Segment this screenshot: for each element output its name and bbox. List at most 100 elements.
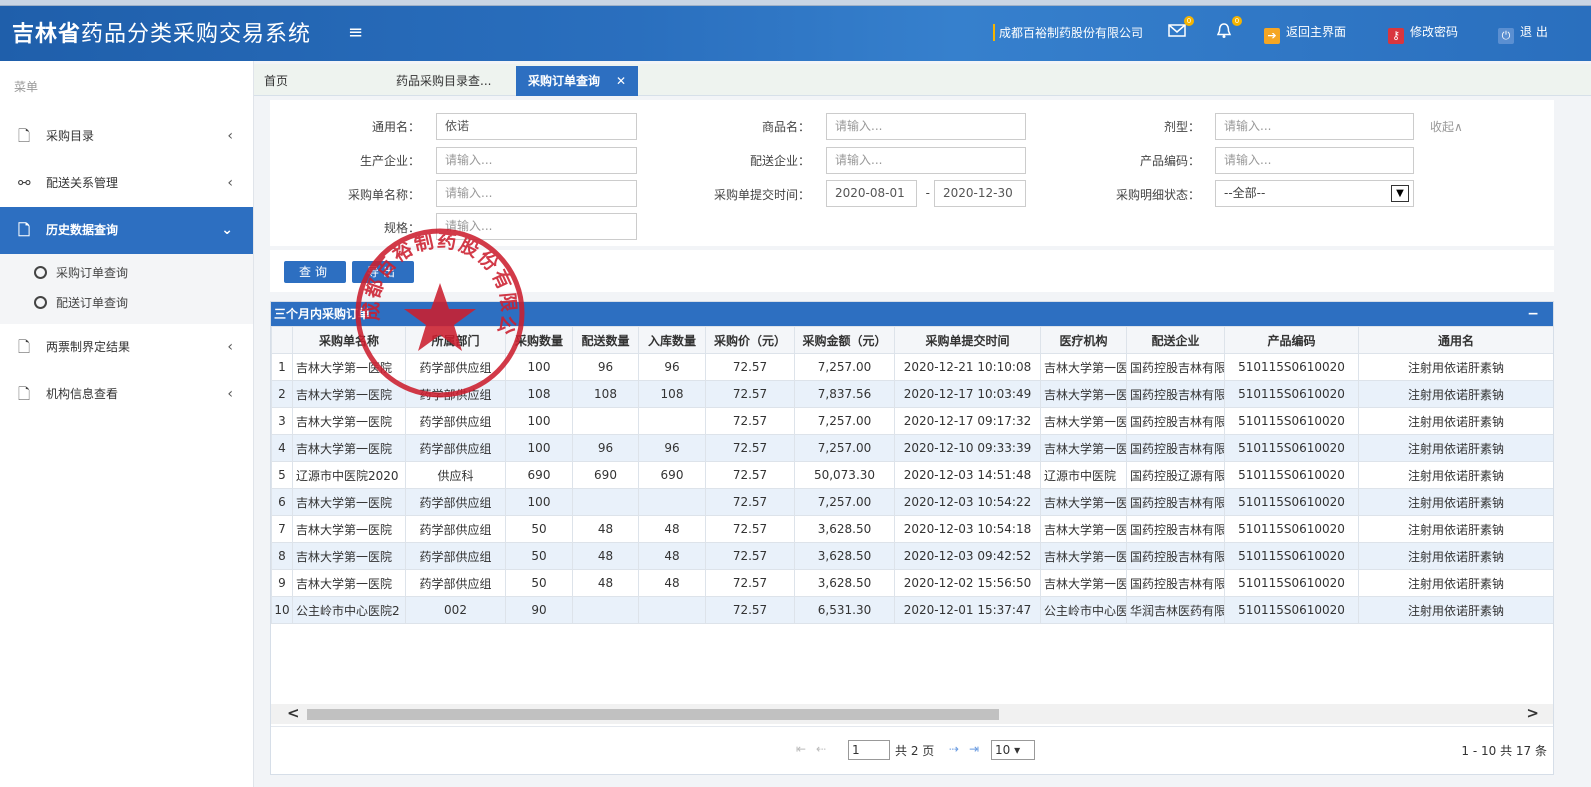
order-name-input[interactable]: 请输入... — [436, 180, 637, 207]
column-header[interactable]: 采购数量 — [505, 326, 573, 354]
table-cell: 510115S0610020 — [1224, 515, 1359, 543]
sidebar-subitem-delivery-order[interactable]: 配送订单查询 — [0, 288, 253, 318]
column-header[interactable]: 配送数量 — [572, 326, 639, 354]
date-to-input[interactable]: 2020-12-30 — [934, 180, 1026, 207]
sidebar: 菜单 🗋 采购目录 ‹ ⚯ 配送关系管理 ‹ 🗋 历史数据查询 ⌄ 采购订单查询… — [0, 61, 254, 787]
table-cell: 2020-12-03 14:51:48 — [894, 461, 1041, 489]
table-row[interactable]: 9 吉林大学第一医院 药学部供应组 50 48 48 72.57 3,628.50 2020-1… — [271, 569, 1553, 597]
query-button[interactable]: 查询 — [284, 261, 346, 283]
column-header[interactable]: 产品编码 — [1224, 326, 1359, 354]
bell-badge: 0 — [1232, 16, 1242, 26]
scroll-left-icon[interactable]: < — [287, 704, 300, 722]
page-number-input[interactable]: 1 — [848, 740, 890, 760]
table-cell — [572, 407, 639, 435]
date-from-input[interactable]: 2020-08-01 — [826, 180, 917, 207]
table-row[interactable]: 6 吉林大学第一医院 药学部供应组 100 72.57 7,257.00 2020-12-0… — [271, 488, 1553, 516]
table-cell: 108 — [505, 380, 573, 408]
table-cell: 72.57 — [705, 488, 795, 516]
row-number: 6 — [271, 488, 293, 516]
logout-button[interactable]: ⏻ 退 出 — [1498, 23, 1548, 44]
table-row[interactable]: 7 吉林大学第一医院 药学部供应组 50 48 48 72.57 3,628.50 2020-1… — [271, 515, 1553, 543]
trade-name-input[interactable]: 请输入... — [826, 113, 1026, 140]
prev-page-icon[interactable]: ⇠ — [816, 742, 826, 756]
detail-status-select[interactable]: --全部-- ▼ — [1215, 180, 1414, 207]
table-cell: 72.57 — [705, 596, 795, 624]
bell-icon[interactable]: 0 — [1216, 16, 1242, 40]
table-cell: 72.57 — [705, 434, 795, 462]
column-header[interactable]: 采购金额（元） — [794, 326, 895, 354]
last-page-icon[interactable]: ⇥ — [969, 742, 979, 756]
scroll-right-icon[interactable]: > — [1526, 704, 1539, 722]
column-header[interactable]: 所属部门 — [405, 326, 506, 354]
sidebar-item-history-query[interactable]: 🗋 历史数据查询 ⌄ — [0, 207, 253, 254]
table-cell: 3,628.50 — [794, 542, 895, 570]
table-cell: 辽源市中医院2020 — [292, 461, 406, 489]
export-button[interactable]: 导出 — [352, 261, 414, 283]
table-row[interactable]: 4 吉林大学第一医院 药学部供应组 100 96 96 72.57 7,257.00 2020-… — [271, 434, 1553, 462]
table-row[interactable]: 3 吉林大学第一医院 药学部供应组 100 72.57 7,257.00 2020-12-1… — [271, 407, 1553, 435]
change-password-button[interactable]: ⚷ 修改密码 — [1388, 23, 1458, 44]
manufacturer-input[interactable]: 请输入... — [436, 147, 637, 174]
row-number: 7 — [271, 515, 293, 543]
table-cell: 2020-12-10 09:33:39 — [894, 434, 1041, 462]
table-cell: 72.57 — [705, 461, 795, 489]
table-row[interactable]: 2 吉林大学第一医院 药学部供应组 108 108 108 72.57 7,837.56 202… — [271, 380, 1553, 408]
row-number: 4 — [271, 434, 293, 462]
first-page-icon[interactable]: ⇤ — [796, 742, 806, 756]
collapse-toggle[interactable]: 收起∧ — [1430, 118, 1463, 135]
menu-toggle-icon[interactable]: ≡ — [348, 22, 363, 43]
sidebar-item-institution-info[interactable]: 🗋 机构信息查看 ‹ — [0, 371, 253, 418]
table-row[interactable]: 5 辽源市中医院2020 供应科 690 690 690 72.57 50,073.30 202… — [271, 461, 1553, 489]
column-header[interactable]: 配送企业 — [1126, 326, 1225, 354]
sidebar-submenu: 采购订单查询 配送订单查询 — [0, 254, 253, 324]
sidebar-item-two-invoice[interactable]: 🗋 两票制界定结果 ‹ — [0, 324, 253, 371]
column-header[interactable]: 通用名 — [1358, 326, 1553, 354]
scrollbar-thumb[interactable] — [307, 709, 999, 720]
table-cell: 72.57 — [705, 380, 795, 408]
product-code-input[interactable]: 请输入... — [1215, 147, 1414, 174]
next-page-icon[interactable]: ⇢ — [949, 742, 959, 756]
mail-icon[interactable]: 0 — [1168, 16, 1194, 40]
column-header[interactable]: 医疗机构 — [1040, 326, 1127, 354]
page-size-value: 10 — [995, 743, 1011, 757]
table-cell: 国药控股吉林有限 — [1126, 515, 1225, 543]
tab-home[interactable]: 首页 — [264, 66, 288, 96]
row-number: 2 — [271, 380, 293, 408]
tab-drug-catalog[interactable]: 药品采购目录查... — [396, 66, 506, 96]
chevron-left-icon: ‹ — [227, 386, 233, 402]
dosage-form-input[interactable]: 请输入... — [1215, 113, 1414, 140]
sidebar-item-label: 两票制界定结果 — [46, 340, 131, 354]
column-header[interactable]: 采购单提交时间 — [894, 326, 1041, 354]
generic-name-input[interactable]: 依诺 — [436, 113, 637, 140]
horizontal-scrollbar[interactable]: < > — [271, 704, 1553, 724]
table-cell: 50 — [505, 569, 573, 597]
sidebar-item-purchase-catalog[interactable]: 🗋 采购目录 ‹ — [0, 113, 253, 160]
sidebar-item-label: 采购目录 — [46, 129, 95, 143]
sidebar-subitem-purchase-order[interactable]: 采购订单查询 — [0, 258, 253, 288]
close-icon[interactable]: ✕ — [616, 74, 626, 88]
sidebar-item-delivery-relation[interactable]: ⚯ 配送关系管理 ‹ — [0, 160, 253, 207]
table-cell: 48 — [638, 569, 706, 597]
column-header[interactable]: 采购单名称 — [292, 326, 406, 354]
table-row[interactable]: 8 吉林大学第一医院 药学部供应组 50 48 48 72.57 3,628.50 2020-1… — [271, 542, 1553, 570]
table-row[interactable]: 10 公主岭市中心医院2 002 90 72.57 6,531.30 2020-12-01 … — [271, 596, 1553, 624]
mail-badge: 0 — [1184, 16, 1194, 26]
page-size-select[interactable]: 10 ▾ — [991, 740, 1035, 760]
table-cell: 注射用依诺肝素钠 — [1358, 515, 1553, 543]
return-home-button[interactable]: ➔ 返回主界面 — [1264, 23, 1346, 44]
column-header[interactable]: 采购价（元） — [705, 326, 795, 354]
distributor-input[interactable]: 请输入... — [826, 147, 1026, 174]
logout-label: 退 出 — [1520, 25, 1548, 39]
spec-input[interactable]: 请输入... — [436, 213, 637, 240]
table-cell: 注射用依诺肝素钠 — [1358, 380, 1553, 408]
order-grid: 三个月内采购订单 − 采购单名称 所属部门 采购数量 配送数量 入库数量 采购价… — [270, 301, 1554, 775]
table-cell: 96 — [572, 434, 639, 462]
table-cell: 吉林大学第一医院 — [292, 569, 406, 597]
table-cell — [638, 596, 706, 624]
column-header[interactable]: 入库数量 — [638, 326, 706, 354]
collapse-panel-icon[interactable]: − — [1527, 302, 1539, 326]
table-row[interactable]: 1 吉林大学第一医院 药学部供应组 100 96 96 72.57 7,257.00 2020-… — [271, 353, 1553, 381]
table-cell — [572, 488, 639, 516]
tab-purchase-order-query[interactable]: 采购订单查询 ✕ — [516, 66, 639, 96]
table-cell: 注射用依诺肝素钠 — [1358, 461, 1553, 489]
